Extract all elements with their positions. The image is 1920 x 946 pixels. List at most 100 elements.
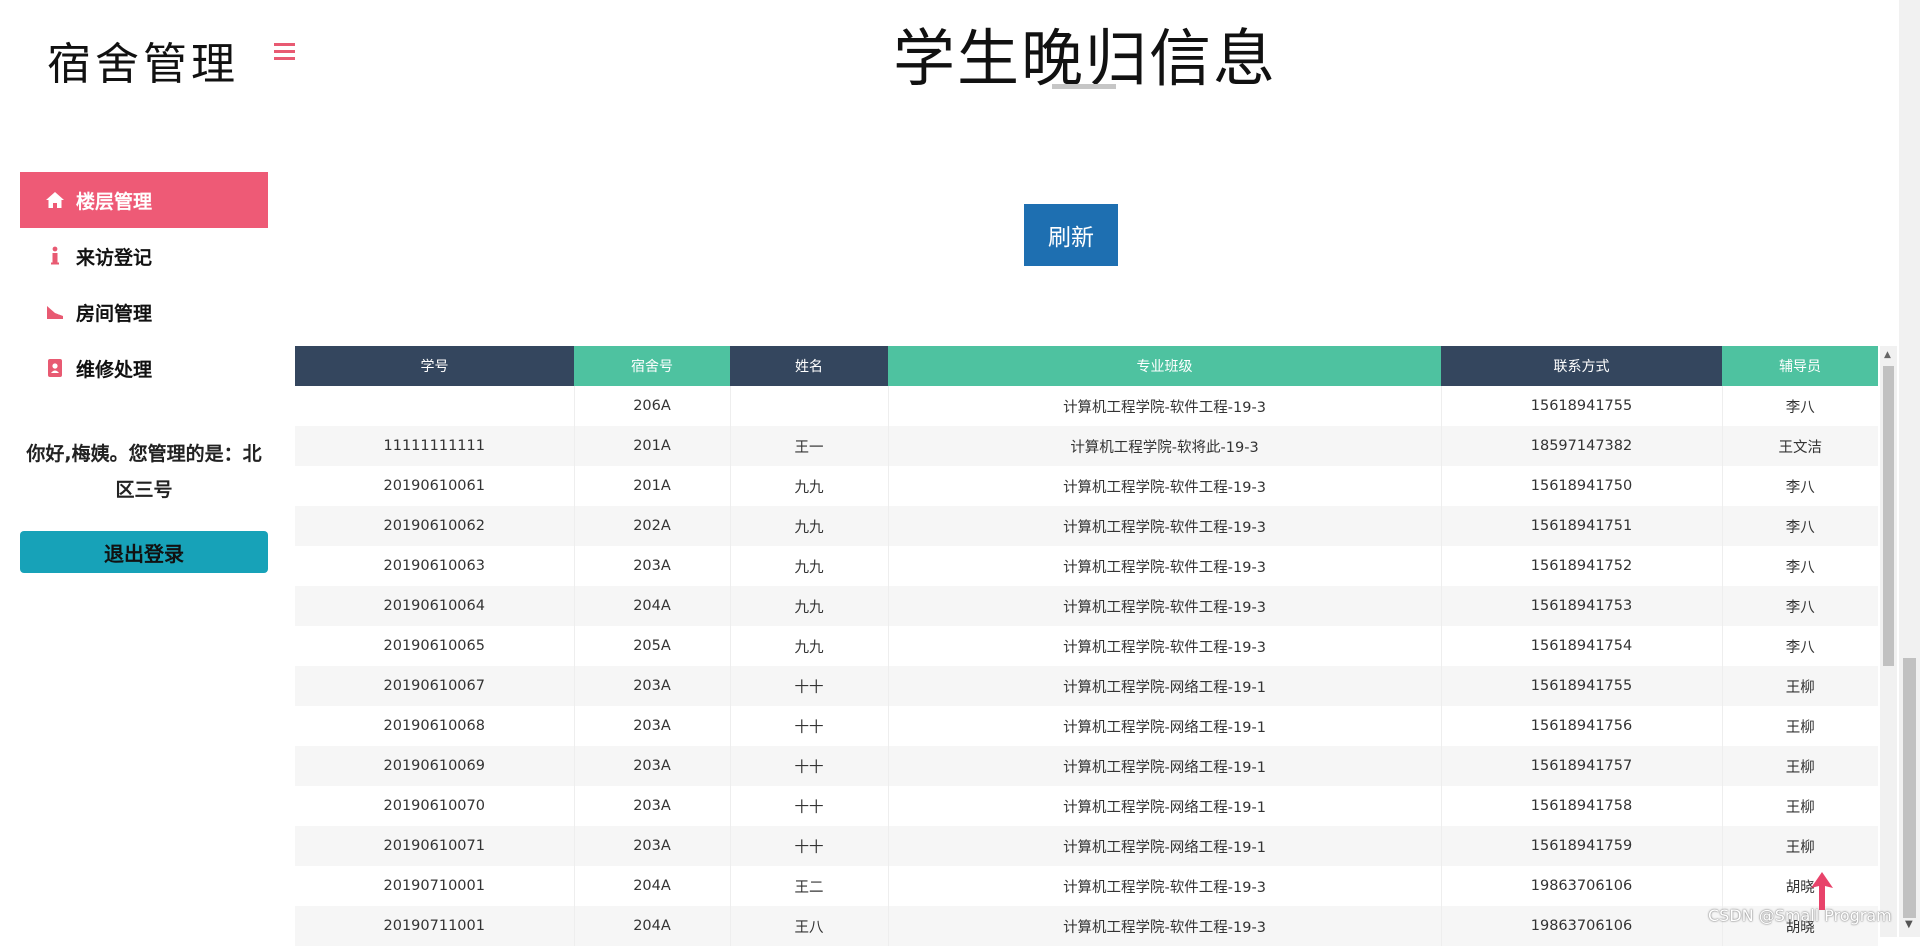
sidebar-item-repair-handling[interactable]: 维修处理 [20,340,268,396]
brand-logo-text: 宿舍管理 [47,39,239,90]
cell-counselor: 李八 [1722,586,1878,626]
refresh-button[interactable]: 刷新 [1024,204,1118,266]
cell-major-class: 计算机工程学院-软件工程-19-3 [888,506,1442,546]
scroll-up-arrow-icon[interactable]: ▲ [1884,350,1891,360]
cell-name: 十十 [730,786,889,826]
cell-contact: 19863706106 [1441,906,1723,946]
scroll-down-arrow-icon[interactable]: ▼ [1905,919,1913,930]
table-row[interactable]: 20190711001 204A 王八 计算机工程学院-软件工程-19-3 198637… [295,906,1878,946]
cell-contact: 15618941759 [1441,826,1723,866]
cell-counselor: 王柳 [1722,826,1878,866]
table-row[interactable]: 20190610065 205A 九九 计算机工程学院-软件工程-19-3 156189… [295,626,1878,666]
cell-contact: 15618941756 [1441,706,1723,746]
contact-book-icon [44,357,66,379]
cell-student-id: 20190610062 [295,506,575,546]
cell-name: 九九 [730,626,889,666]
page-scrollbar-thumb[interactable] [1903,658,1916,918]
table-scrollbar-thumb[interactable] [1883,366,1894,666]
column-header-student-id[interactable]: 学号 [295,346,574,386]
cell-major-class: 计算机工程学院-网络工程-19-1 [888,786,1442,826]
cell-counselor: 王柳 [1722,786,1878,826]
table-row[interactable]: 20190610061 201A 九九 计算机工程学院-软件工程-19-3 156189… [295,466,1878,506]
page-scrollbar[interactable]: ▼ [1899,0,1920,937]
cell-counselor: 胡晓 [1722,866,1878,906]
cell-student-id: 20190711001 [295,906,575,946]
table-row[interactable]: 20190710001 204A 王二 计算机工程学院-软件工程-19-3 198637… [295,866,1878,906]
table-row[interactable]: 20190610063 203A 九九 计算机工程学院-软件工程-19-3 156189… [295,546,1878,586]
cell-dorm-number: 201A [574,426,731,466]
table-row[interactable]: 20190610070 203A 十十 计算机工程学院-网络工程-19-1 156189… [295,786,1878,826]
sidebar-item-label: 维修处理 [76,358,153,381]
cell-dorm-number: 203A [574,706,731,746]
cell-contact: 19863706106 [1441,866,1723,906]
sidebar-nav: 楼层管理 来访登记 房间管理 维修处理 [20,172,268,396]
info-icon [44,245,66,267]
cell-major-class: 计算机工程学院-软件工程-19-3 [888,906,1442,946]
sidebar-item-label: 楼层管理 [76,190,153,213]
column-header-counselor[interactable]: 辅导员 [1722,346,1878,386]
cell-contact: 15618941757 [1441,746,1723,786]
cell-major-class: 计算机工程学院-软件工程-19-3 [888,546,1442,586]
cell-major-class: 计算机工程学院-软件工程-19-3 [888,866,1442,906]
cell-counselor: 李八 [1722,546,1878,586]
greeting-text: 你好,梅姨。您管理的是：北区三号 [26,443,262,501]
cell-counselor: 李八 [1722,386,1878,426]
sidebar-item-floor-management[interactable]: 楼层管理 [20,172,268,228]
table-row[interactable]: 20190610071 203A 十十 计算机工程学院-网络工程-19-1 156189… [295,826,1878,866]
table-row[interactable]: 20190610062 202A 九九 计算机工程学院-软件工程-19-3 156189… [295,506,1878,546]
menu-toggle-icon[interactable] [274,43,295,61]
cell-name: 十十 [730,666,889,706]
cell-major-class: 计算机工程学院-网络工程-19-1 [888,706,1442,746]
cell-counselor: 王柳 [1722,666,1878,706]
table-row[interactable]: 20190610064 204A 九九 计算机工程学院-软件工程-19-3 156189… [295,586,1878,626]
cell-student-id: 20190610065 [295,626,575,666]
cell-dorm-number: 203A [574,786,731,826]
cell-counselor: 王柳 [1722,746,1878,786]
cell-student-id: 20190610064 [295,586,575,626]
column-header-major-class[interactable]: 专业班级 [888,346,1441,386]
cell-major-class: 计算机工程学院-软将此-19-3 [888,426,1442,466]
sidebar-item-label: 来访登记 [76,246,153,269]
watermark-text: CSDN @Small Program [1708,906,1892,925]
cell-major-class: 计算机工程学院-软件工程-19-3 [888,386,1442,426]
column-header-name[interactable]: 姓名 [730,346,888,386]
table-body: 206A 计算机工程学院-软件工程-19-3 15618941755 李八 111111… [295,386,1878,946]
table-row[interactable]: 20190610067 203A 十十 计算机工程学院-网络工程-19-1 156189… [295,666,1878,706]
column-header-dorm-number[interactable]: 宿舍号 [574,346,730,386]
cell-dorm-number: 206A [574,386,731,426]
cell-contact: 15618941755 [1441,666,1723,706]
cell-contact: 15618941758 [1441,786,1723,826]
table-row[interactable]: 20190610069 203A 十十 计算机工程学院-网络工程-19-1 156189… [295,746,1878,786]
cell-student-id: 20190610068 [295,706,575,746]
cell-name [730,386,889,426]
cell-name: 王二 [730,866,889,906]
cell-counselor: 李八 [1722,626,1878,666]
cell-counselor: 李八 [1722,506,1878,546]
table-scrollbar[interactable]: ▲ [1880,346,1897,937]
logout-button[interactable]: 退出登录 [20,531,268,573]
sidebar-item-visitor-registration[interactable]: 来访登记 [20,228,268,284]
cell-name: 十十 [730,746,889,786]
late-return-table: 学号 宿舍号 姓名 专业班级 联系方式 辅导员 206A 计算机工程学院-软件工程… [295,346,1878,946]
table-row[interactable]: 206A 计算机工程学院-软件工程-19-3 15618941755 李八 [295,386,1878,426]
cell-name: 十十 [730,826,889,866]
table-row[interactable]: 11111111111 201A 王一 计算机工程学院-软将此-19-3 1859714… [295,426,1878,466]
cell-name: 九九 [730,546,889,586]
cell-counselor: 王柳 [1722,706,1878,746]
cell-student-id: 20190610061 [295,466,575,506]
cell-student-id: 20190610071 [295,826,575,866]
cell-dorm-number: 204A [574,586,731,626]
cell-contact: 15618941750 [1441,466,1723,506]
cell-dorm-number: 203A [574,746,731,786]
title-underline [1052,84,1116,89]
table-row[interactable]: 20190610068 203A 十十 计算机工程学院-网络工程-19-1 156189… [295,706,1878,746]
column-header-contact[interactable]: 联系方式 [1441,346,1722,386]
table-header-row: 学号 宿舍号 姓名 专业班级 联系方式 辅导员 [295,346,1878,386]
sidebar-item-room-management[interactable]: 房间管理 [20,284,268,340]
red-arrow-annotation-icon [1811,872,1833,910]
cell-dorm-number: 202A [574,506,731,546]
cell-name: 王一 [730,426,889,466]
cell-contact: 15618941755 [1441,386,1723,426]
late-return-table-container: 学号 宿舍号 姓名 专业班级 联系方式 辅导员 206A 计算机工程学院-软件工程… [295,346,1878,946]
cell-counselor: 李八 [1722,466,1878,506]
